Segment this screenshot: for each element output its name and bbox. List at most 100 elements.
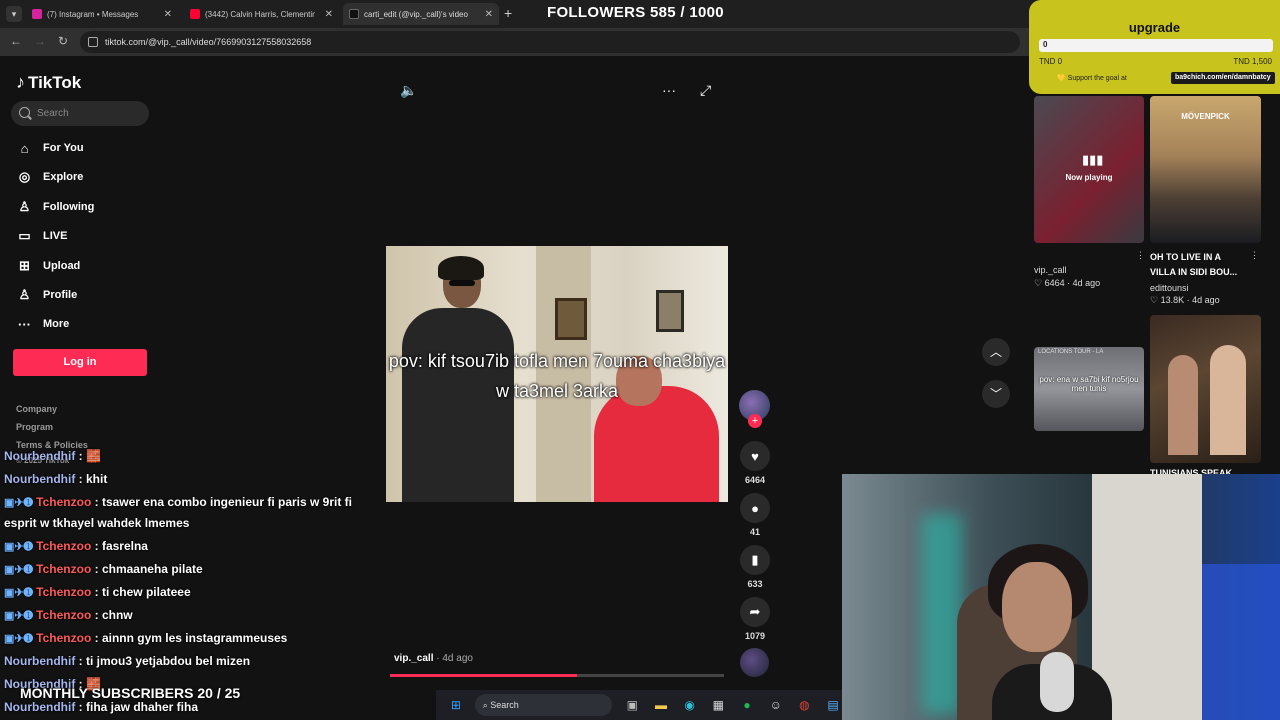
goal-min: TND 0 bbox=[1039, 57, 1063, 66]
tab-instagram[interactable]: (7) Instagram • Messages ✕ bbox=[26, 3, 178, 25]
nav-explore[interactable]: ◎ Explore bbox=[16, 167, 84, 187]
recommended-video-1[interactable]: ▮▮▮ Now playing bbox=[1034, 96, 1144, 243]
compass-icon: ◎ bbox=[18, 169, 31, 184]
app-icon[interactable]: ▤ bbox=[824, 696, 842, 714]
save-button[interactable]: ▮ 633 bbox=[739, 545, 771, 589]
url-field[interactable]: tiktok.com/@vip._call/video/766990312755… bbox=[80, 31, 1020, 53]
video-author-line: vip._call · 4d ago bbox=[394, 653, 473, 664]
chat-user: Nourbendhif bbox=[4, 472, 76, 486]
footer-company[interactable]: Company bbox=[16, 404, 57, 414]
nav-label: LIVE bbox=[43, 230, 68, 242]
nav-live[interactable]: ▭ LIVE bbox=[16, 226, 67, 246]
new-tab-button[interactable]: + bbox=[504, 5, 512, 21]
goal-title: upgrade bbox=[1128, 20, 1181, 35]
video-player[interactable]: pov: kif tsou7ib tofla men 7ouma cha3biy… bbox=[386, 246, 728, 502]
chat-message: ▣✈➊ Tchenzoo : tsawer ena combo ingenieu… bbox=[4, 495, 353, 530]
rec-title[interactable]: TUNISIANS SPEAK... bbox=[1150, 466, 1245, 474]
rec-date: 4d ago bbox=[1072, 278, 1101, 288]
upgrade-goal-widget: upgrade 0 TND 0 TND 1,500 💛 Support the … bbox=[1029, 0, 1280, 94]
nav-label: Following bbox=[43, 201, 95, 213]
chat-text: 🧱 bbox=[86, 449, 101, 463]
chat-message: ▣✈➊ Tchenzoo : ainnn gym les instagramme… bbox=[4, 631, 288, 645]
rec-author[interactable]: vip._call bbox=[1034, 265, 1067, 275]
chat-user: Tchenzoo bbox=[36, 585, 92, 599]
like-button[interactable]: ♥ 6464 bbox=[739, 441, 771, 485]
microphone bbox=[1040, 652, 1074, 712]
follow-plus-icon[interactable]: + bbox=[748, 414, 762, 428]
close-icon[interactable]: ✕ bbox=[325, 9, 333, 20]
close-icon[interactable]: ✕ bbox=[485, 9, 493, 20]
taskbar-search[interactable]: ⌕ Search bbox=[474, 694, 613, 716]
site-info-icon[interactable] bbox=[88, 37, 98, 47]
more-options-icon[interactable]: ⋮ bbox=[1136, 250, 1145, 261]
next-video-button[interactable]: ﹀ bbox=[982, 380, 1010, 408]
nav-label: More bbox=[43, 318, 70, 330]
subscribers-goal: MONTHLY SUBSCRIBERS 20 / 25 bbox=[20, 685, 241, 701]
nav-following[interactable]: ♙ Following bbox=[16, 197, 95, 217]
spotify-icon[interactable]: ● bbox=[738, 696, 756, 714]
tab-search-button[interactable]: ▾ bbox=[6, 6, 22, 22]
tiktok-note-icon: ♪ bbox=[16, 72, 25, 92]
video-progress-bar[interactable] bbox=[390, 674, 724, 677]
rec-author[interactable]: edittounsi bbox=[1150, 283, 1189, 293]
save-count: 633 bbox=[747, 579, 763, 589]
chat-user: Tchenzoo bbox=[36, 631, 92, 645]
home-icon: ⌂ bbox=[20, 140, 29, 156]
file-explorer-icon[interactable]: ▬ bbox=[652, 696, 670, 714]
rec-title[interactable]: OH TO LIVE IN A VILLA IN SIDI BOU... bbox=[1150, 250, 1245, 280]
forward-icon[interactable]: → bbox=[34, 34, 46, 48]
footer-program[interactable]: Program bbox=[16, 422, 53, 432]
heart-icon: ♥ bbox=[740, 441, 770, 471]
nav-more[interactable]: ··· More bbox=[16, 314, 69, 334]
nav-label: Explore bbox=[43, 171, 84, 183]
chat-text: chnw bbox=[101, 608, 133, 622]
discord-icon[interactable]: ☺ bbox=[767, 696, 785, 714]
recommended-video-3[interactable]: LOCATIONS TOUR - LA pov: ena w sa7bi kif… bbox=[1034, 347, 1144, 431]
store-icon[interactable]: ▦ bbox=[710, 696, 728, 714]
video-author[interactable]: vip._call bbox=[394, 653, 433, 664]
nav-upload[interactable]: ⊞ Upload bbox=[16, 256, 80, 276]
profile-icon: ♙ bbox=[18, 287, 31, 302]
more-options-icon[interactable]: ⋮ bbox=[1250, 250, 1259, 261]
tab-tiktok[interactable]: carti_edit (@vip._call)'s video ✕ bbox=[343, 3, 499, 25]
recommended-video-4[interactable] bbox=[1150, 315, 1261, 463]
sound-disc[interactable] bbox=[740, 648, 769, 677]
url-text: tiktok.com/@vip._call/video/766990312755… bbox=[105, 37, 312, 47]
windows-start-icon[interactable]: ⊞ bbox=[447, 696, 465, 714]
like-count: 6464 bbox=[744, 475, 766, 485]
chrome-icon[interactable]: ◍ bbox=[796, 696, 814, 714]
video-date: 4d ago bbox=[442, 653, 473, 664]
nav-profile[interactable]: ♙ Profile bbox=[16, 285, 78, 305]
chat-message: ▣✈➊ Tchenzoo : fasrelna bbox=[4, 539, 148, 553]
tab-title: (3442) Calvin Harris, Clementine bbox=[205, 9, 315, 19]
audio-wave-icon: ▮▮▮ bbox=[1082, 152, 1104, 167]
goal-max: TND 1,500 bbox=[1233, 57, 1272, 66]
recommended-video-2[interactable]: MÖVENPICK bbox=[1150, 96, 1261, 243]
back-icon[interactable]: ← bbox=[10, 34, 22, 48]
share-button[interactable]: ➦ 1079 bbox=[739, 597, 771, 641]
comment-button[interactable]: ● 41 bbox=[739, 493, 771, 537]
fullscreen-icon[interactable]: ⤢ bbox=[700, 82, 711, 99]
login-button[interactable]: Log in bbox=[13, 349, 147, 376]
chat-message: Nourbendhif : 🧱 bbox=[4, 449, 101, 463]
tab-youtube[interactable]: (3442) Calvin Harris, Clementine ✕ bbox=[184, 3, 339, 25]
chat-user: Tchenzoo bbox=[36, 608, 92, 622]
close-icon[interactable]: ✕ bbox=[164, 9, 172, 20]
tab-title: carti_edit (@vip._call)'s video bbox=[364, 9, 468, 19]
previous-video-button[interactable]: ︿ bbox=[982, 338, 1010, 366]
taskbar: ⊞ ⌕ Search ▣ ▬ ◉ ▦ ● ☺ ◍ ▤ bbox=[436, 690, 842, 720]
chat-user: Tchenzoo bbox=[36, 562, 92, 576]
reload-icon[interactable]: ↻ bbox=[58, 34, 68, 48]
search-input[interactable]: Search bbox=[11, 101, 149, 126]
more-options-icon[interactable]: ··· bbox=[662, 82, 676, 98]
nav-for-you[interactable]: ⌂ For You bbox=[16, 138, 84, 158]
volume-icon[interactable]: 🔈 bbox=[400, 82, 417, 99]
search-icon: ⌕ bbox=[482, 699, 491, 710]
edge-icon[interactable]: ◉ bbox=[681, 696, 699, 714]
chat-text: ti jmou3 yetjabdou bel mizen bbox=[86, 654, 251, 668]
chevron-down-icon: ﹀ bbox=[989, 387, 1002, 401]
tiktok-logo[interactable]: ♪ TikTok bbox=[16, 72, 81, 93]
rec-stats: ♡ 13.8K · 4d ago bbox=[1150, 295, 1220, 305]
task-view-icon[interactable]: ▣ bbox=[623, 696, 641, 714]
chat-badges-icon: ▣✈➊ bbox=[4, 564, 33, 576]
